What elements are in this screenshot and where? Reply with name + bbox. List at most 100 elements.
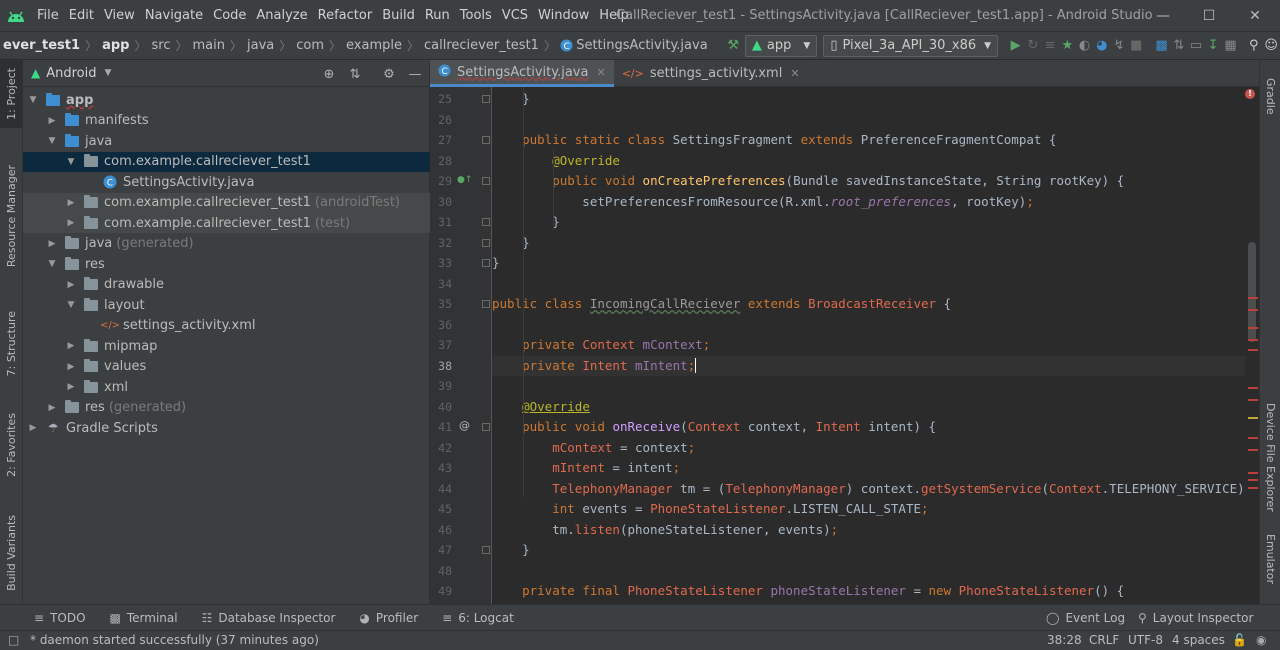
code-line[interactable]: private Intent mIntent; xyxy=(492,355,1259,376)
line-separator[interactable]: CRLF xyxy=(1089,633,1119,647)
lock-icon[interactable]: 🔓 xyxy=(1232,633,1247,647)
tree-item[interactable]: ▶ com.example.callreciever_test1 (test) xyxy=(23,213,430,233)
run-icon[interactable]: ▶ xyxy=(1009,35,1022,57)
stop-icon[interactable]: ■ xyxy=(1130,35,1143,57)
menu-view[interactable]: View xyxy=(99,0,140,31)
fold-marker-icon[interactable] xyxy=(482,259,490,267)
tree-item[interactable]: ▶ java (generated) xyxy=(23,234,430,254)
code-line[interactable]: public void onCreatePreferences(Bundle s… xyxy=(492,171,1259,192)
chevron-right-icon[interactable]: ▶ xyxy=(46,234,58,254)
apply-code-changes-icon[interactable]: ≡ xyxy=(1044,35,1057,57)
chevron-right-icon[interactable]: ▶ xyxy=(65,213,77,233)
fold-marker-icon[interactable] xyxy=(482,95,490,103)
fold-marker-icon[interactable] xyxy=(482,238,490,247)
tab-build-variants[interactable]: Build Variants xyxy=(0,505,23,600)
file-encoding[interactable]: UTF-8 xyxy=(1128,633,1163,647)
fold-marker-icon[interactable] xyxy=(482,423,490,431)
caret-position[interactable]: 38:28 xyxy=(1047,633,1082,647)
code-line[interactable]: } xyxy=(492,253,1259,274)
error-stripe-mark[interactable] xyxy=(1248,437,1258,439)
locate-icon[interactable]: ⊕ xyxy=(319,64,339,84)
coverage-icon[interactable]: ◐ xyxy=(1078,35,1091,57)
notifications-icon[interactable]: ◉ xyxy=(1256,633,1266,647)
code-line[interactable]: tm.listen(phoneStateListener, events); xyxy=(492,520,1259,541)
sdk-manager-icon[interactable]: ↧ xyxy=(1207,35,1220,57)
breadcrumb-example[interactable]: example xyxy=(343,38,405,53)
breadcrumb-package[interactable]: callreciever_test1 xyxy=(421,38,542,53)
error-stripe-mark[interactable] xyxy=(1248,327,1258,329)
chevron-down-icon[interactable]: ▼ xyxy=(105,68,112,78)
breadcrumb-java[interactable]: java xyxy=(244,38,277,53)
code-line[interactable]: } xyxy=(492,233,1259,254)
fold-marker-icon[interactable] xyxy=(482,177,490,185)
error-stripe-mark[interactable] xyxy=(1248,339,1258,341)
chevron-right-icon[interactable]: ▶ xyxy=(27,418,39,438)
tab-settings-activity-java[interactable]: C SettingsActivity.java ✕ xyxy=(430,60,614,87)
chevron-right-icon[interactable]: ▶ xyxy=(65,193,77,213)
tool-profiler[interactable]: ◕ Profiler xyxy=(359,611,418,625)
user-icon[interactable]: ☺ xyxy=(1264,35,1278,57)
tree-item[interactable]: ▶ values xyxy=(23,357,430,377)
code-line[interactable] xyxy=(492,315,1259,336)
chevron-right-icon[interactable]: ▶ xyxy=(65,357,77,377)
avd-manager-icon[interactable]: ▭ xyxy=(1189,35,1202,57)
tool-event-log[interactable]: ◯ Event Log xyxy=(1046,611,1125,625)
menu-file[interactable]: File xyxy=(32,0,64,31)
menu-navigate[interactable]: Navigate xyxy=(140,0,208,31)
code-line[interactable]: mIntent = intent; xyxy=(492,458,1259,479)
tree-item[interactable]: ▶ mipmap xyxy=(23,336,430,356)
menu-edit[interactable]: Edit xyxy=(64,0,99,31)
chevron-right-icon[interactable]: ▶ xyxy=(65,377,77,397)
menu-tools[interactable]: Tools xyxy=(455,0,497,31)
chevron-right-icon[interactable]: ▶ xyxy=(46,398,58,418)
chevron-right-icon[interactable]: ▶ xyxy=(46,111,58,131)
code-line[interactable]: private Context mContext; xyxy=(492,335,1259,356)
code-line[interactable]: public static class SettingsFragment ext… xyxy=(492,130,1259,151)
breadcrumb-main[interactable]: main xyxy=(189,38,227,53)
tab-emulator[interactable]: Emulator xyxy=(1260,526,1280,592)
menu-build[interactable]: Build xyxy=(377,0,420,31)
chevron-down-icon[interactable]: ▼ xyxy=(65,152,77,172)
tree-item[interactable]: ▶ manifests xyxy=(23,111,430,131)
chevron-down-icon[interactable]: ▼ xyxy=(27,90,39,110)
code-line[interactable]: private final PhoneStateListener phoneSt… xyxy=(492,581,1259,602)
tree-item[interactable]: ▶ xml xyxy=(23,377,430,397)
code-line[interactable]: } xyxy=(492,89,1259,110)
fold-marker-icon[interactable] xyxy=(482,300,490,308)
code-line[interactable]: public void onReceive(Context context, I… xyxy=(492,417,1259,438)
project-structure-icon[interactable]: ▩ xyxy=(1155,35,1168,57)
indent-setting[interactable]: 4 spaces xyxy=(1172,633,1225,647)
code-line[interactable]: } xyxy=(492,212,1259,233)
error-stripe-mark[interactable] xyxy=(1248,417,1258,419)
annotation-at-icon[interactable]: @ xyxy=(459,419,470,432)
gear-icon[interactable]: ⚙ xyxy=(379,64,399,84)
code-line[interactable]: mContext = context; xyxy=(492,438,1259,459)
code-line[interactable]: } xyxy=(492,540,1259,561)
breadcrumb-src[interactable]: src xyxy=(148,38,173,53)
menu-window[interactable]: Window xyxy=(533,0,594,31)
debug-icon[interactable]: ★ xyxy=(1061,35,1074,57)
close-tab-icon[interactable]: ✕ xyxy=(790,67,799,80)
hammer-icon[interactable]: ⚒ xyxy=(727,35,740,57)
error-stripe-mark[interactable] xyxy=(1248,297,1258,299)
menu-analyze[interactable]: Analyze xyxy=(251,0,312,31)
tool-todo[interactable]: ≡ TODO xyxy=(34,611,86,625)
tool-terminal[interactable]: ▩ Terminal xyxy=(110,611,178,625)
chevron-down-icon[interactable]: ▼ xyxy=(65,295,77,315)
fold-marker-icon[interactable] xyxy=(482,546,490,554)
code-line[interactable]: public class IncomingCallReciever extend… xyxy=(492,294,1259,315)
tool-layout-inspector[interactable]: ⚲ Layout Inspector xyxy=(1138,611,1253,625)
breadcrumb-com[interactable]: com xyxy=(293,38,327,53)
override-icon[interactable]: ●↑ xyxy=(457,175,472,185)
code-line[interactable] xyxy=(492,561,1259,582)
sync-project-icon[interactable]: ⇅ xyxy=(1172,35,1185,57)
tool-database-inspector[interactable]: ☷ Database Inspector xyxy=(202,611,336,625)
error-stripe-mark[interactable] xyxy=(1248,349,1258,351)
breadcrumb-app[interactable]: app xyxy=(99,38,132,53)
run-config-select[interactable]: ▲ app ▼ xyxy=(744,34,818,57)
menu-code[interactable]: Code xyxy=(208,0,251,31)
tab-resource-manager[interactable]: Resource Manager xyxy=(0,160,23,272)
tool-logcat[interactable]: ≡ 6: Logcat xyxy=(442,611,514,625)
fold-marker-icon[interactable] xyxy=(482,136,490,144)
error-stripe-mark[interactable] xyxy=(1248,472,1258,474)
